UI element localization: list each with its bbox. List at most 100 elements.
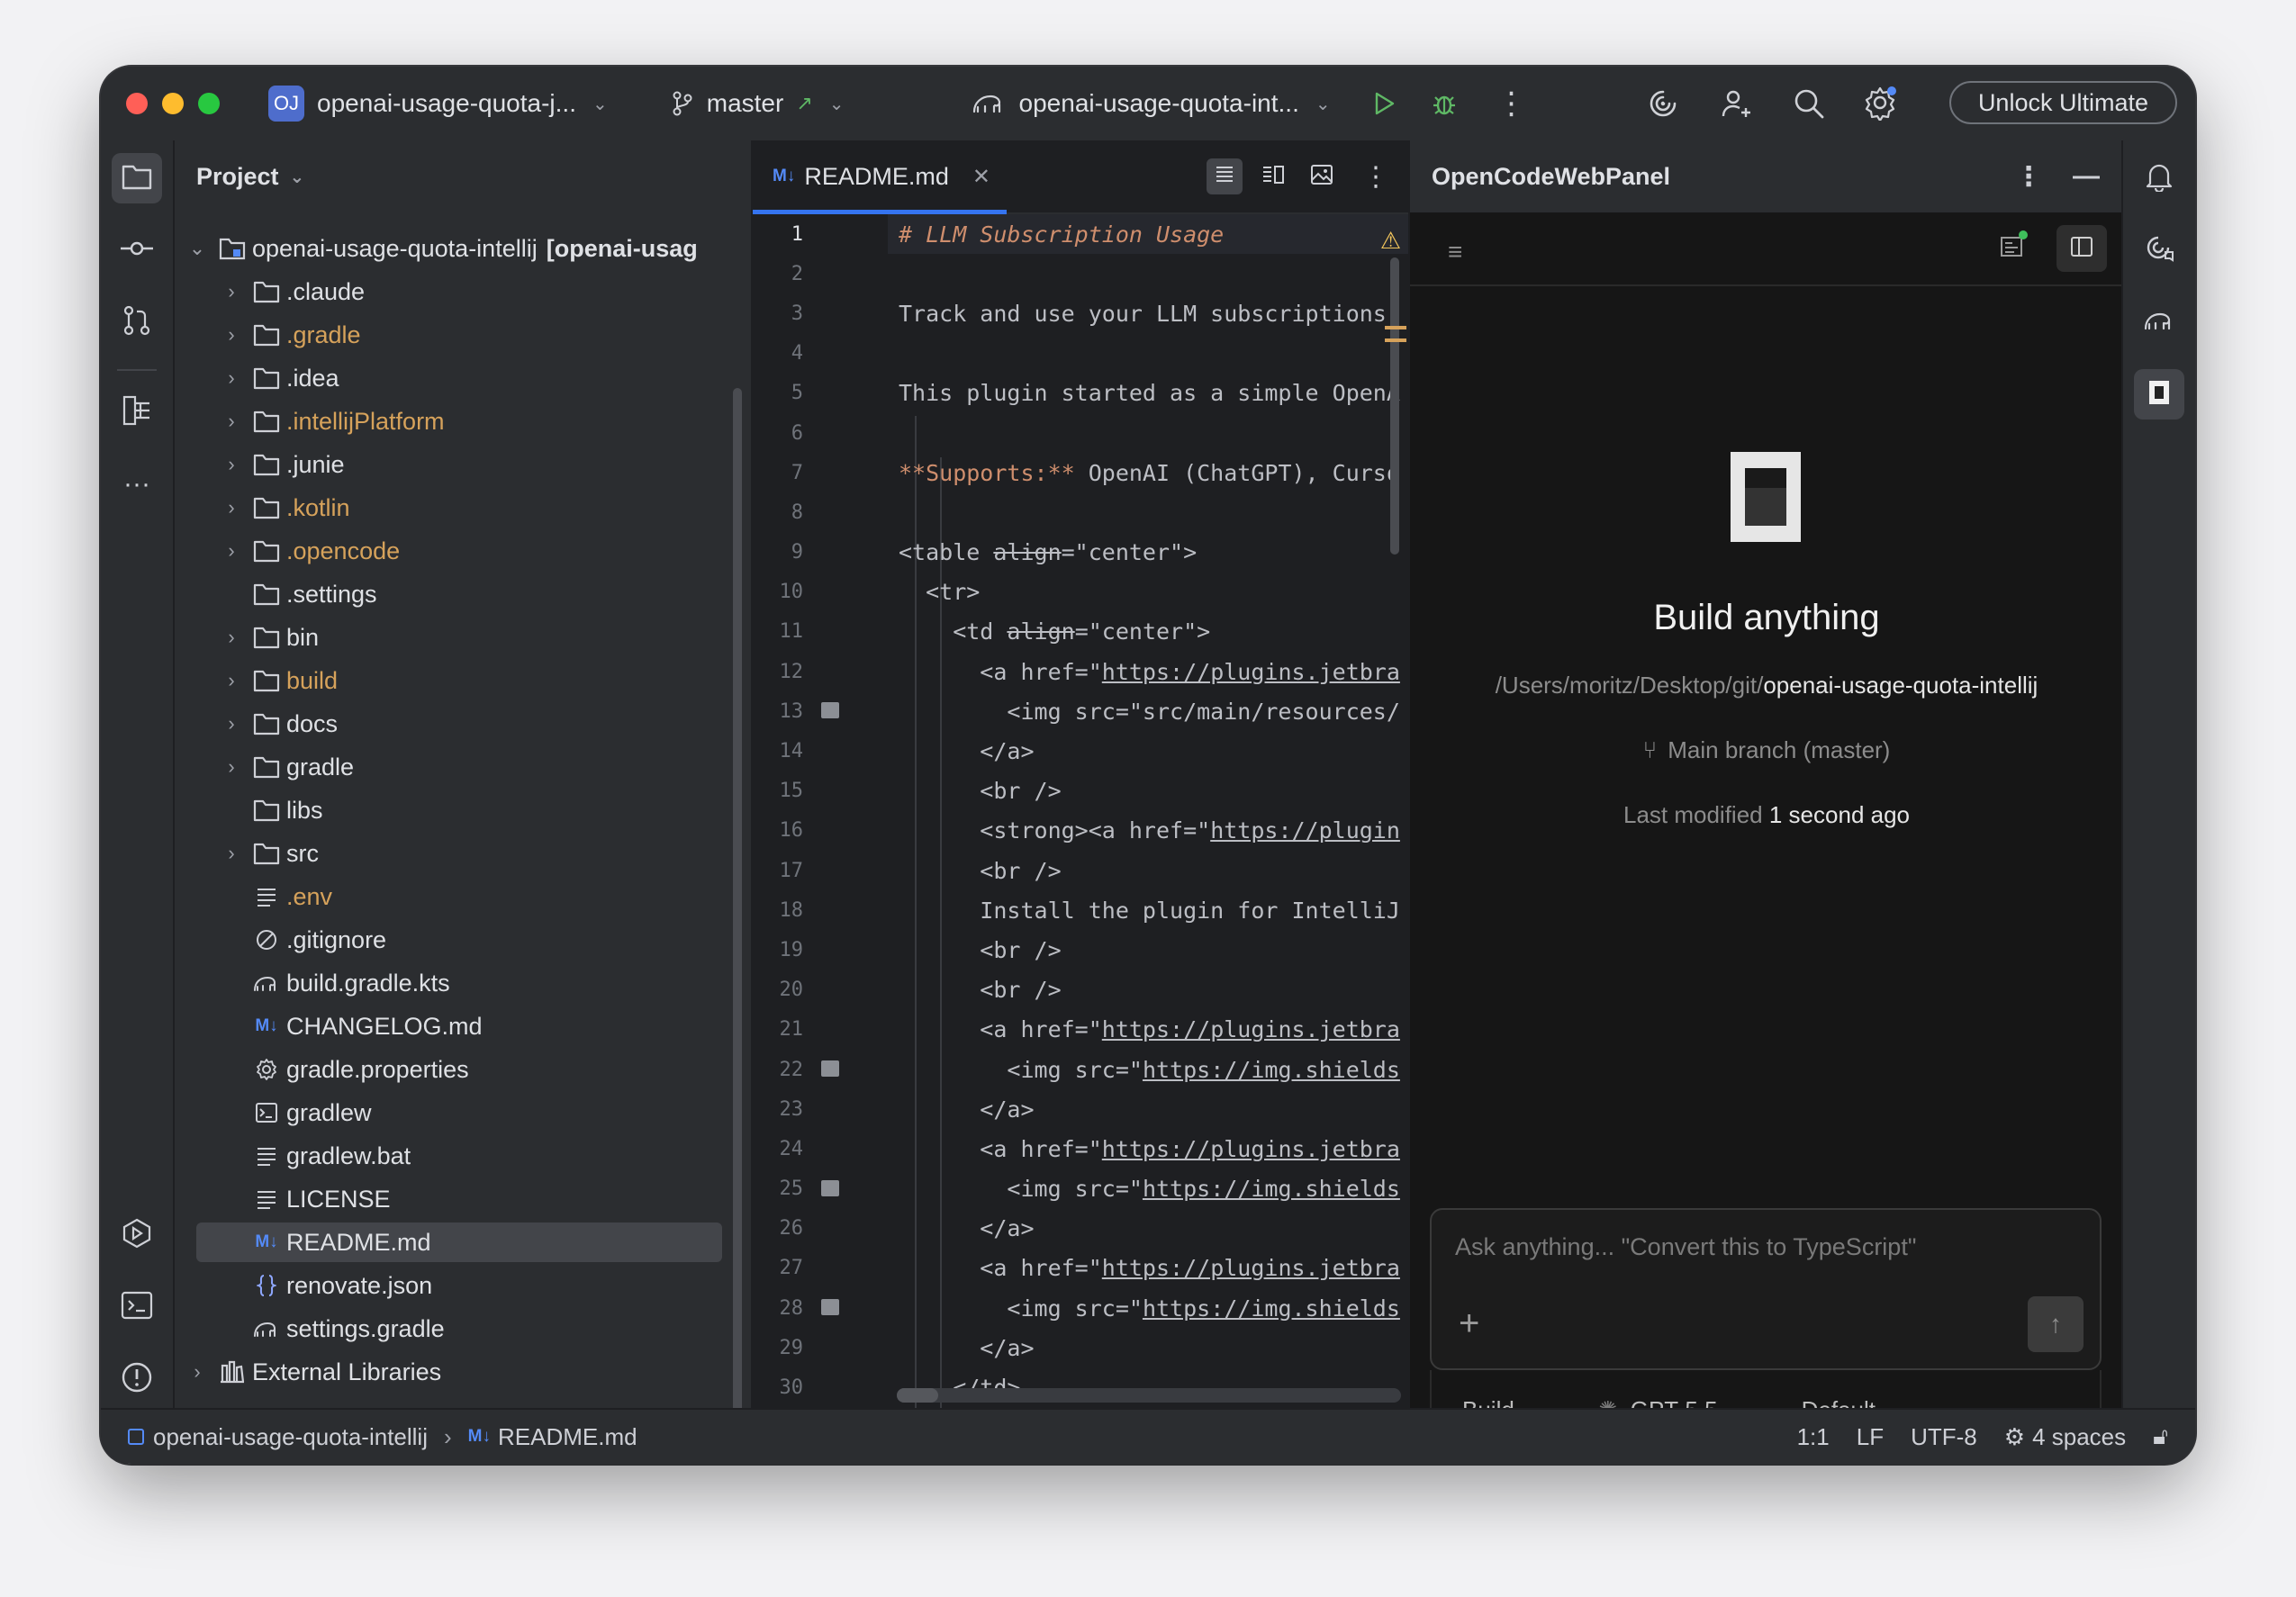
line-number[interactable]: 18 — [753, 890, 888, 930]
chevron-down-icon[interactable]: ⌄ — [1315, 93, 1331, 115]
commit-tool-button[interactable] — [112, 225, 162, 275]
line-number[interactable]: 7 — [753, 453, 888, 492]
horizontal-scroll-thumb[interactable] — [897, 1388, 938, 1403]
tree-item[interactable]: renovate.json — [175, 1264, 751, 1307]
line-number[interactable]: 1 — [753, 214, 888, 254]
line-number[interactable]: 30 — [753, 1367, 888, 1407]
code-line[interactable]: <a href=" https://plugins.jetbra — [888, 1249, 1408, 1288]
problems-tool-button[interactable] — [112, 1354, 162, 1404]
code-line[interactable]: <table align ="center"> — [888, 533, 1408, 573]
code-line[interactable] — [888, 254, 1408, 293]
notifications-button[interactable] — [2134, 153, 2184, 203]
code-line[interactable]: </a> — [888, 1209, 1408, 1249]
chevron-right-icon[interactable]: › — [221, 323, 241, 347]
code-line[interactable]: </a> — [888, 1089, 1408, 1129]
line-number[interactable]: 17 — [753, 851, 888, 890]
line-number[interactable]: 24 — [753, 1129, 888, 1168]
tree-item[interactable]: .gitignore — [175, 918, 751, 961]
tree-item[interactable]: settings.gradle — [175, 1307, 751, 1350]
project-badge[interactable]: OJ — [268, 86, 304, 122]
chevron-right-icon[interactable]: › — [221, 366, 241, 390]
line-number[interactable]: 15 — [753, 771, 888, 811]
prompt-input[interactable]: Ask anything... "Convert this to TypeScr… — [1430, 1208, 2102, 1370]
line-number[interactable]: 26 — [753, 1209, 888, 1249]
code-line[interactable] — [888, 413, 1408, 453]
code-line[interactable]: This plugin started as a simple OpenA — [888, 374, 1408, 413]
pull-requests-tool-button[interactable] — [112, 297, 162, 347]
image-preview-gutter-icon[interactable] — [821, 1060, 839, 1077]
line-number[interactable]: 23 — [753, 1089, 888, 1129]
code-line[interactable]: <strong><a href=" https://plugin — [888, 811, 1408, 851]
code-line[interactable]: **Supports:** OpenAI (ChatGPT), Curso — [888, 453, 1408, 492]
warning-icon[interactable]: ⚠ — [1380, 227, 1401, 255]
code-line[interactable]: <img src=" https://img.shields — [888, 1288, 1408, 1328]
chevron-right-icon[interactable]: › — [221, 280, 241, 303]
tree-item[interactable]: gradle.properties — [175, 1048, 751, 1091]
chevron-right-icon[interactable]: › — [221, 842, 241, 865]
services-tool-button[interactable] — [112, 1210, 162, 1260]
line-number-gutter[interactable]: 1 2 3 4 5 6 7 8 9 10 11 12 13 14 15 16 17 18 19 20 21 22 23 24 2… — [753, 214, 888, 1410]
code-line[interactable]: <tr> — [888, 573, 1408, 612]
chevron-right-icon[interactable]: › — [221, 712, 241, 735]
line-number[interactable]: 11 — [753, 612, 888, 652]
line-number[interactable]: 4 — [753, 334, 888, 374]
line-number[interactable]: 22 — [753, 1050, 888, 1089]
settings-gear-icon[interactable] — [1862, 85, 1898, 121]
opencode-tool-button[interactable] — [2134, 369, 2184, 420]
breadcrumb-project[interactable]: openai-usage-quota-intellij — [153, 1423, 428, 1451]
caret-position[interactable]: 1:1 — [1797, 1423, 1830, 1451]
chevron-right-icon[interactable]: › — [221, 453, 241, 476]
chevron-right-icon[interactable]: › — [221, 496, 241, 519]
code-line[interactable]: <td align ="center"> — [888, 612, 1408, 652]
code-line[interactable]: <a href=" https://plugins.jetbra — [888, 652, 1408, 691]
line-number[interactable]: 28 — [753, 1288, 888, 1328]
code-line[interactable] — [888, 492, 1408, 532]
tree-item[interactable]: › gradle — [175, 745, 751, 789]
line-separator[interactable]: LF — [1857, 1423, 1884, 1451]
line-number[interactable]: 14 — [753, 731, 888, 771]
tree-item[interactable]: › .gradle — [175, 313, 751, 356]
code-line[interactable]: <br /> — [888, 970, 1408, 1010]
image-preview-gutter-icon[interactable] — [821, 1179, 839, 1196]
line-number[interactable]: 10 — [753, 573, 888, 612]
line-number[interactable]: 2 — [753, 254, 888, 293]
review-changes-button[interactable] — [1986, 225, 2037, 272]
code-line[interactable]: </a> — [888, 1328, 1408, 1367]
chevron-right-icon[interactable]: › — [221, 539, 241, 563]
editor-vertical-scrollbar[interactable] — [1390, 257, 1399, 555]
line-number[interactable]: 5 — [753, 374, 888, 413]
line-number[interactable]: 13 — [753, 691, 888, 731]
code-line[interactable]: <a href=" https://plugins.jetbra — [888, 1129, 1408, 1168]
editor-only-view-button[interactable] — [1207, 158, 1243, 194]
chevron-right-icon[interactable]: › — [221, 626, 241, 649]
code-line[interactable]: <img src=" https://img.shields — [888, 1050, 1408, 1089]
close-tab-icon[interactable]: ✕ — [972, 164, 990, 190]
line-number[interactable]: 21 — [753, 1010, 888, 1050]
code-line[interactable]: <img src="src/main/resources/ — [888, 691, 1408, 731]
tree-item[interactable]: › bin — [175, 616, 751, 659]
ai-assistant-icon[interactable] — [1646, 86, 1680, 121]
add-user-icon[interactable] — [1720, 86, 1754, 121]
project-tool-button[interactable] — [112, 153, 162, 203]
toggle-sidebar-button[interactable] — [2056, 225, 2107, 272]
unlock-icon[interactable]: 🔓︎ — [2153, 1422, 2168, 1451]
tree-item[interactable]: › .claude — [175, 270, 751, 313]
line-number[interactable]: 20 — [753, 970, 888, 1010]
project-switcher[interactable]: openai-usage-quota-j... — [317, 89, 576, 118]
code-line[interactable]: <br /> — [888, 930, 1408, 970]
code-line[interactable] — [888, 334, 1408, 374]
split-view-button[interactable] — [1255, 158, 1291, 194]
branch-switcher[interactable]: master — [707, 89, 784, 118]
structure-tool-button[interactable] — [112, 387, 162, 438]
code-line[interactable]: # LLM Subscription Usage — [888, 214, 1408, 255]
tree-item[interactable]: › .kotlin — [175, 486, 751, 529]
line-number[interactable]: 27 — [753, 1249, 888, 1288]
ai-chat-button[interactable] — [2134, 225, 2184, 275]
code-line[interactable]: <br /> — [888, 771, 1408, 811]
image-preview-gutter-icon[interactable] — [821, 1299, 839, 1316]
more-vertical-icon[interactable]: ⋮ — [2015, 161, 2042, 193]
debug-icon[interactable] — [1430, 89, 1459, 118]
code-line[interactable]: <br /> — [888, 851, 1408, 890]
code-line[interactable]: <img src=" https://img.shields — [888, 1169, 1408, 1209]
run-configuration-selector[interactable]: openai-usage-quota-int... — [1019, 89, 1299, 118]
